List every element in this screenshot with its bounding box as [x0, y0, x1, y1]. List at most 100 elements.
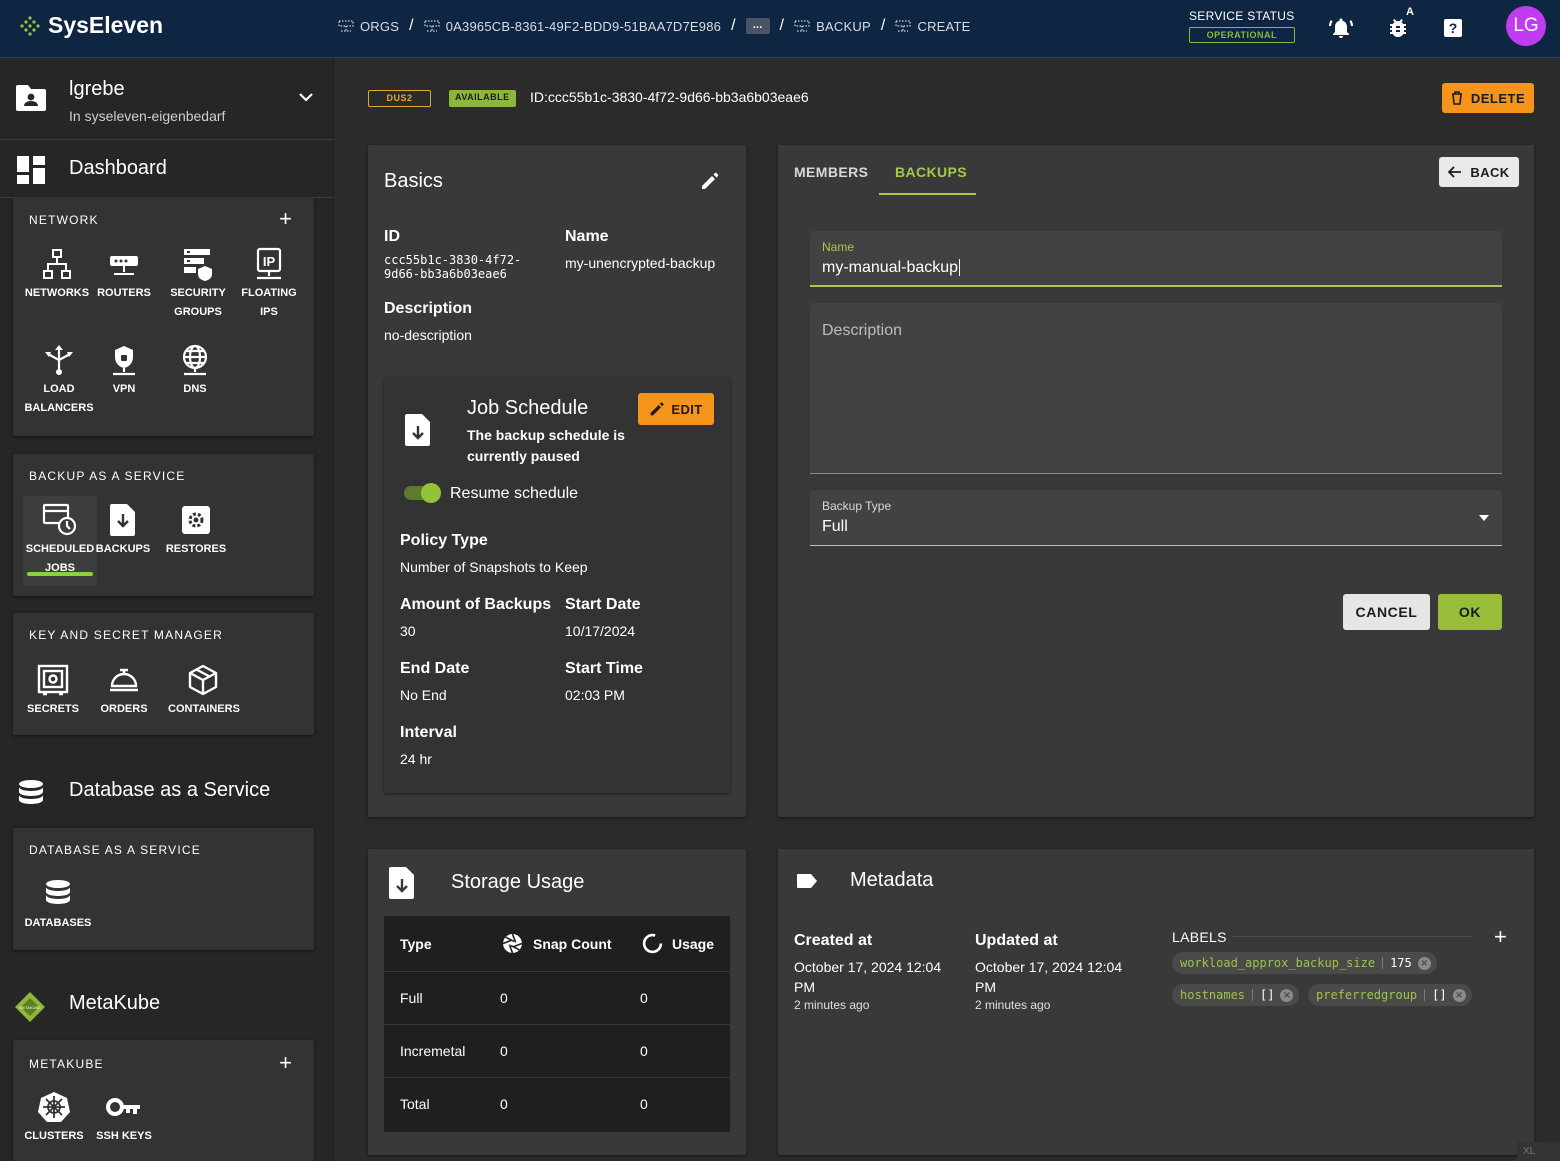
resume-schedule-toggle[interactable]: [404, 483, 441, 503]
description-value: no-description: [384, 327, 472, 343]
backup-name-label: Name: [822, 240, 855, 254]
backup-type-value: Full: [822, 518, 848, 535]
backup-heading: BACKUP AS A SERVICE: [29, 469, 186, 483]
tab-members[interactable]: MEMBERS: [794, 164, 868, 180]
bug-icon: [1390, 19, 1406, 38]
breadcrumb-create[interactable]: CREATE: [895, 19, 970, 34]
resource-id: ID:ccc55b1c-3830-4f72-9d66-bb3a6b03eae6: [530, 89, 809, 105]
backup-type-select[interactable]: Backup Type Full: [810, 490, 1502, 546]
backup-name-input[interactable]: my-manual-backup: [822, 259, 961, 277]
vpn-icon: [113, 346, 135, 376]
start-date-value: 10/17/2024: [565, 623, 636, 639]
top-bar: SysEleven ORGS / 0A3965CB-8361-49F2-BDD9…: [0, 0, 1560, 58]
service-status[interactable]: SERVICE STATUS OPERATIONAL: [1189, 9, 1295, 43]
breadcrumb-orgs[interactable]: ORGS: [338, 19, 399, 34]
sidebar-item-routers[interactable]: ROUTERS: [89, 244, 159, 303]
sidebar-item-containers[interactable]: CONTAINERS: [168, 660, 240, 719]
debug-button[interactable]: A: [1384, 6, 1414, 42]
sidebar-item-dashboard[interactable]: Dashboard: [0, 140, 334, 198]
updated-at-value-1: October 17, 2024 12:04: [975, 959, 1123, 975]
file-download-icon: [110, 504, 135, 536]
sidebar-item-vpn[interactable]: VPN: [89, 340, 159, 399]
sidebar-item-restores[interactable]: RESTORES: [161, 500, 231, 559]
sidebar-item-floating-ips[interactable]: IP FLOATING IPS: [234, 244, 304, 322]
sidebar-item-security-groups[interactable]: SECURITY GROUPS: [163, 244, 233, 322]
backup-name-field[interactable]: Name my-manual-backup: [810, 231, 1502, 287]
service-bell-icon: [110, 668, 138, 692]
cancel-button[interactable]: CANCEL: [1343, 594, 1430, 630]
help-button[interactable]: ?: [1439, 14, 1467, 42]
trash-icon: [1451, 91, 1462, 105]
dbaas-section: DATABASE AS A SERVICE DATABASES: [13, 828, 314, 950]
add-label-button[interactable]: +: [1494, 924, 1507, 950]
safe-icon: [37, 664, 69, 696]
label-chip[interactable]: hostnames [] ×: [1172, 984, 1300, 1006]
start-date-label: Start Date: [565, 596, 641, 613]
remove-label-icon[interactable]: ×: [1452, 988, 1466, 1002]
router-icon: [110, 256, 138, 275]
service-status-badge: OPERATIONAL: [1189, 27, 1295, 43]
svg-text:IP: IP: [263, 254, 276, 269]
sidebar-item-orders[interactable]: ORDERS: [89, 660, 159, 719]
key-manager-section: KEY AND SECRET MANAGER SECRETS ORDERS CO…: [13, 613, 314, 735]
backup-section: BACKUP AS A SERVICE SCHEDULED JOBS BACKUP…: [13, 454, 314, 596]
label-chip[interactable]: workload_approx_backup_size 175 ×: [1172, 952, 1437, 974]
column-snap-count: Snap Count: [533, 936, 612, 952]
back-button[interactable]: BACK: [1439, 157, 1519, 187]
backup-description-field[interactable]: Description: [810, 303, 1502, 474]
column-usage: Usage: [672, 936, 715, 952]
scheduled-jobs-icon: [42, 503, 77, 536]
sidebar-item-backups[interactable]: BACKUPS: [88, 500, 158, 559]
remove-label-icon[interactable]: ×: [1417, 956, 1431, 970]
sidebar-item-databases[interactable]: DATABASES: [23, 874, 93, 933]
table-row: Total 0 0: [400, 1096, 648, 1112]
remove-label-icon[interactable]: ×: [1280, 988, 1294, 1002]
sidebar-item-ssh-keys[interactable]: SSH KEYS: [89, 1087, 159, 1146]
ok-button[interactable]: OK: [1438, 594, 1502, 630]
notifications-button[interactable]: [1327, 14, 1355, 42]
project-name: lgrebe: [69, 78, 125, 100]
breadcrumb-collapsed[interactable]: ...: [745, 18, 770, 34]
sidebar-item-load-balancers[interactable]: LOAD BALANCERS: [24, 340, 94, 418]
label-chip[interactable]: preferredgroup [] ×: [1308, 984, 1472, 1006]
updated-at-value-2: PM: [975, 979, 996, 995]
load-balancer-icon: [45, 345, 73, 375]
key-manager-heading: KEY AND SECRET MANAGER: [29, 628, 224, 642]
network-icon: [43, 249, 71, 279]
project-selector[interactable]: lgrebe In syseleven-eigenbedarf: [0, 58, 334, 140]
storage-table: Type Snap Count Usage Full 0 0 Incremeta…: [384, 916, 730, 1132]
breadcrumb-backup[interactable]: BACKUP: [794, 19, 871, 34]
add-network-button[interactable]: +: [279, 206, 292, 232]
tag-icon: [797, 874, 817, 888]
dashboard-icon: [17, 156, 45, 184]
updated-at-relative: 2 minutes ago: [975, 998, 1051, 1012]
end-date-label: End Date: [400, 660, 470, 677]
user-avatar[interactable]: LG: [1506, 6, 1546, 46]
tab-backups[interactable]: BACKUPS: [895, 164, 967, 180]
created-at-label: Created at: [794, 932, 873, 949]
sidebar-item-dns[interactable]: DNS: [160, 340, 230, 399]
add-metakube-button[interactable]: +: [279, 1050, 292, 1076]
sidebar-item-metakube[interactable]: METAKUBE MetaKube: [0, 977, 334, 1037]
sidebar-item-clusters[interactable]: CLUSTERS: [19, 1087, 89, 1146]
created-at-relative: 2 minutes ago: [794, 998, 870, 1012]
sidebar-item-scheduled-jobs[interactable]: SCHEDULED JOBS: [23, 496, 97, 586]
chevron-down-icon: [299, 93, 313, 102]
database-icon: [19, 780, 43, 804]
sidebar-item-secrets[interactable]: SECRETS: [18, 660, 88, 719]
brand-logo[interactable]: SysEleven: [20, 12, 163, 39]
interval-value: 24 hr: [400, 751, 432, 767]
name-value: my-unencrypted-backup: [565, 255, 716, 271]
sidebar-item-networks[interactable]: NETWORKS: [22, 244, 92, 303]
delete-button[interactable]: DELETE: [1442, 83, 1534, 113]
breadcrumb-org-id[interactable]: 0A3965CB-8361-49F2-BDD9-51BAA7D7E986: [424, 19, 721, 34]
edit-schedule-button[interactable]: EDIT: [638, 393, 714, 425]
updated-at-label: Updated at: [975, 932, 1058, 949]
pencil-icon[interactable]: [700, 171, 720, 191]
table-row: Full 0 0: [384, 972, 730, 1025]
sidebar-item-dbaas[interactable]: Database as a Service: [0, 764, 334, 824]
created-at-value-2: PM: [794, 979, 815, 995]
security-group-icon: [184, 249, 212, 281]
policy-type-value: Number of Snapshots to Keep: [400, 559, 588, 575]
amount-value: 30: [400, 623, 416, 639]
